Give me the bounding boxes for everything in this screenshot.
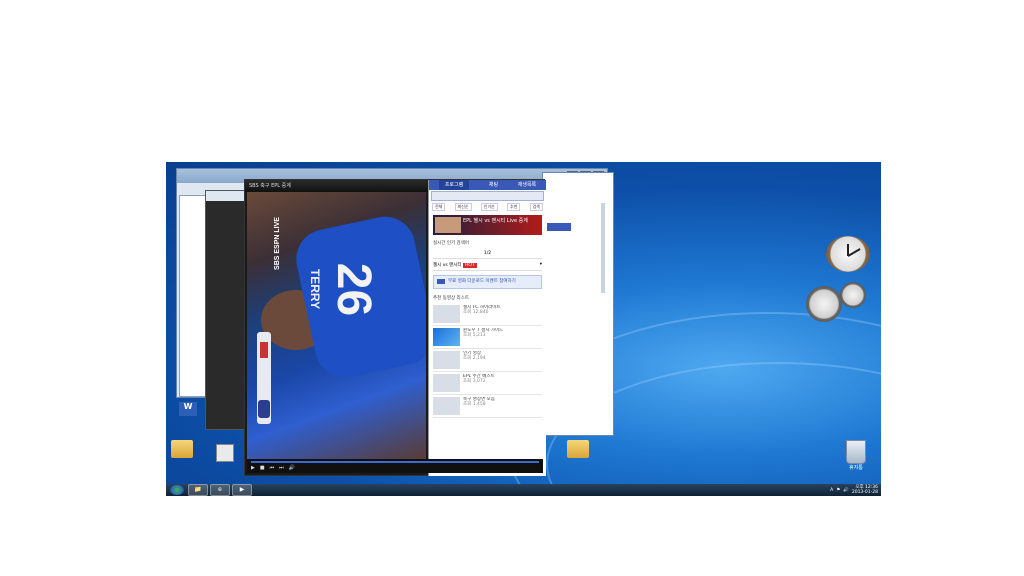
taskbar: 📁 e ▶ A ⚑ 🔊 오후 12:36 2013-01-28: [166, 484, 881, 496]
folder-icon: [171, 440, 193, 458]
recycle-bin-icon: [846, 440, 866, 464]
word-icon: W: [179, 402, 197, 416]
recycle-bin[interactable]: 휴지통: [844, 440, 868, 471]
play-button[interactable]: ▶: [251, 465, 255, 471]
prev-button[interactable]: ⏮: [270, 465, 275, 471]
list-item[interactable]: 첼시 FC 하이라이트 조회 12,840: [433, 305, 542, 326]
volume-tray-icon[interactable]: 🔊: [843, 488, 849, 493]
menu-latest[interactable]: 최신순: [454, 203, 472, 211]
item-meta: 조회 2,194: [463, 356, 486, 361]
thumbnail: [433, 305, 460, 323]
seek-bar[interactable]: [251, 461, 539, 463]
panel-tabs: 프로그램 채팅 재생목록: [429, 180, 546, 190]
rank-pager[interactable]: 1/2: [484, 251, 491, 256]
dropdown-icon[interactable]: ▾: [540, 262, 542, 268]
item-meta: 조회 3,072: [463, 379, 486, 384]
panel-menu: 전체 최신순 인기순 추천 검색: [429, 202, 546, 212]
item-meta: 조회 1,458: [463, 402, 486, 407]
explorer-window[interactable]: [542, 172, 614, 436]
taskbar-ie[interactable]: e: [210, 484, 230, 496]
folder-icon: [567, 440, 589, 458]
start-button[interactable]: [170, 485, 184, 495]
app-shortcut[interactable]: [213, 444, 237, 462]
video-player-window[interactable]: SBS 축구 EPL 중계 □ ✕ 26 TERRY SBS ESPN LIVE…: [244, 179, 546, 476]
item-meta: 조회 5,213: [463, 333, 486, 338]
language-icon[interactable]: A: [830, 488, 833, 493]
banner-image: [435, 217, 461, 233]
app-icon: [216, 444, 234, 462]
jersey-number: 26: [327, 262, 381, 317]
club-badge: [257, 332, 271, 424]
next-button[interactable]: ⏭: [279, 465, 284, 471]
section-title-recommended: 추천 동영상 리스트: [433, 296, 469, 301]
taskbar-player[interactable]: ▶: [232, 484, 252, 496]
section-title-trending: 실시간 인기 검색어: [433, 241, 469, 246]
list-item[interactable]: 인기 영상 조회 2,194: [433, 351, 542, 372]
thumbnail: [433, 397, 460, 415]
flag-icon[interactable]: ⚑: [836, 488, 840, 493]
word-shortcut[interactable]: W: [176, 402, 200, 416]
side-panel: 프로그램 채팅 재생목록 전체 최신순 인기순 추천 검색 EPL 첼시 vs …: [428, 180, 546, 476]
video-frame[interactable]: 26 TERRY SBS ESPN LIVE: [247, 192, 426, 460]
clock-minute-hand: [847, 248, 861, 257]
cpu-dial: [806, 286, 842, 322]
tab-program[interactable]: 프로그램: [438, 180, 470, 190]
item-meta: 조회 12,840: [463, 310, 489, 315]
tray-clock[interactable]: 오후 12:36 2013-01-28: [852, 485, 878, 495]
taskbar-explorer[interactable]: 📁: [188, 484, 208, 496]
menu-search[interactable]: 검색: [529, 203, 543, 211]
thumbnail: [433, 351, 460, 369]
tray-date: 2013-01-28: [851, 490, 878, 495]
folder-shortcut[interactable]: [170, 440, 194, 458]
cpu-meter-gadget[interactable]: [806, 282, 868, 322]
rank-item-label: 첼시 vs 맨시티: [433, 263, 462, 268]
recycle-bin-label: 휴지통: [849, 465, 863, 471]
promo-banner[interactable]: EPL 첼시 vs 맨시티 Live 중계: [433, 215, 542, 235]
panel-address-bar[interactable]: [431, 191, 544, 201]
list-item[interactable]: 축구 명장면 모음 조회 1,458: [433, 397, 542, 418]
tab-chat[interactable]: 채팅: [489, 180, 498, 190]
list-item[interactable]: EPL 주간 베스트 조회 3,072: [433, 374, 542, 395]
volume-icon[interactable]: 🔊: [289, 465, 295, 471]
player-controls: ▶ ■ ⏮ ⏭ 🔊: [247, 459, 543, 473]
dark-window[interactable]: [205, 190, 247, 430]
thumbnail: [433, 374, 460, 392]
rank-item[interactable]: 첼시 vs 맨시티 HOT ▾: [433, 260, 542, 271]
menu-popular[interactable]: 인기순: [480, 203, 498, 211]
event-promo[interactable]: 무료 영화 다운로드 이벤트 참여하기: [433, 275, 542, 289]
broadcaster-logo: SBS ESPN LIVE: [273, 217, 281, 270]
player-title: SBS 축구 EPL 중계: [249, 183, 291, 189]
thumbnail: [433, 328, 460, 346]
clock-gadget[interactable]: [826, 236, 870, 272]
tab-playlist[interactable]: 재생목록: [518, 180, 536, 190]
list-item[interactable]: 윈도우 7 설치 가이드 조회 5,213: [433, 328, 542, 349]
folder-shortcut-2[interactable]: [566, 440, 590, 458]
menu-all[interactable]: 전체: [432, 203, 446, 211]
menu-recommend[interactable]: 추천: [507, 203, 521, 211]
memory-dial: [840, 282, 866, 308]
jersey-name: TERRY: [308, 268, 323, 310]
banner-text: EPL 첼시 vs 맨시티 Live 중계: [463, 218, 528, 224]
system-tray: A ⚑ 🔊 오후 12:36 2013-01-28: [830, 485, 881, 495]
rank-header: 1/2: [433, 249, 542, 259]
stop-button[interactable]: ■: [260, 465, 265, 471]
hot-badge: HOT: [463, 263, 477, 268]
